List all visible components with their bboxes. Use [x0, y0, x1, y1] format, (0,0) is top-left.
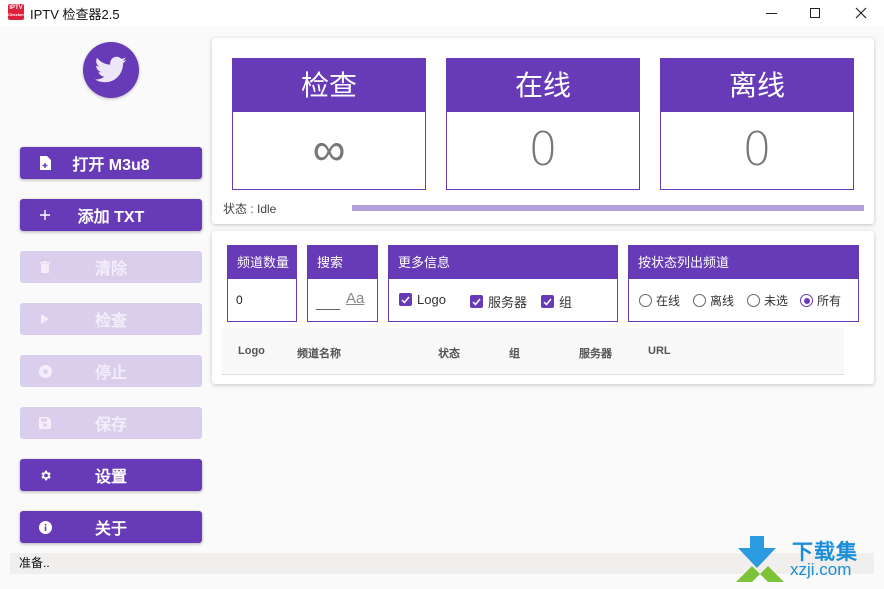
- stat-online: 在线 0: [446, 58, 640, 190]
- stat-check-value: ∞: [312, 122, 346, 176]
- more-info-label: 更多信息: [389, 246, 617, 279]
- open-m3u8-button[interactable]: 打开 M3u8: [20, 147, 202, 179]
- progress-bar: [352, 205, 864, 211]
- about-button[interactable]: 关于: [20, 511, 202, 543]
- radio-online-label: 在线: [656, 294, 681, 308]
- download-arrow-icon: [736, 536, 784, 582]
- stat-offline-value: 0: [742, 122, 772, 176]
- app-icon-subtext: Checker: [8, 12, 24, 17]
- maximize-button[interactable]: [792, 0, 838, 26]
- stats-card: 检查 ∞ 在线 0 离线 0 状态 : Idle: [212, 38, 874, 224]
- minimize-icon: [765, 12, 777, 14]
- checkbox-checked-icon: [470, 295, 483, 308]
- list-by-status-label: 按状态列出频道: [629, 246, 858, 279]
- case-sensitive-toggle[interactable]: Aa: [346, 290, 364, 307]
- save-button[interactable]: 保存: [20, 407, 202, 439]
- radio-offline-label: 离线: [710, 294, 735, 308]
- close-icon: [855, 7, 867, 19]
- column-status[interactable]: 状态: [438, 345, 460, 361]
- more-info-box: 更多信息 Logo 服务器 组: [388, 245, 618, 322]
- settings-label: 设置: [94, 469, 127, 486]
- settings-button[interactable]: 设置: [20, 459, 202, 491]
- stop-label: 停止: [94, 365, 127, 382]
- server-checkbox-label: 服务器: [488, 295, 528, 310]
- maximize-icon: [810, 8, 820, 18]
- progress-fill: [352, 205, 864, 211]
- open-m3u8-label: 打开 M3u8: [72, 157, 150, 174]
- radio-selected-icon: [800, 294, 813, 307]
- app-icon-text: IPTV: [9, 5, 23, 11]
- stat-offline-label: 离线: [661, 59, 853, 112]
- channel-table-header: Logo 频道名称 状态 组 服务器 URL: [222, 328, 844, 375]
- checkbox-checked-icon: [541, 295, 554, 308]
- stat-check-label: 检查: [233, 59, 425, 112]
- radio-unselected-icon: [747, 294, 760, 307]
- radio-unselected-icon: [639, 294, 652, 307]
- checkbox-checked-icon: [399, 293, 412, 306]
- column-logo[interactable]: Logo: [238, 345, 265, 357]
- list-by-status-box: 按状态列出频道 在线 离线 未选 所有: [628, 245, 859, 322]
- stat-online-value: 0: [528, 122, 558, 176]
- app-icon: IPTV Checker: [8, 4, 24, 20]
- group-checkbox-label: 组: [559, 295, 573, 310]
- twitter-avatar[interactable]: [83, 42, 139, 98]
- clear-button[interactable]: 清除: [20, 251, 202, 283]
- twitter-bird-icon: [95, 56, 127, 83]
- column-channel-name[interactable]: 频道名称: [297, 345, 341, 361]
- radio-unselected[interactable]: 未选: [747, 292, 788, 309]
- channel-count-box: 频道数量 0: [227, 245, 297, 322]
- watermark-logo: 下载集 xzji.com: [734, 536, 884, 582]
- server-checkbox[interactable]: 服务器: [470, 292, 527, 311]
- check-label: 检查: [94, 313, 127, 330]
- group-checkbox[interactable]: 组: [541, 292, 572, 311]
- column-url[interactable]: URL: [648, 345, 671, 357]
- radio-unselected-icon: [693, 294, 706, 307]
- channels-card: 频道数量 0 搜索 Aa 更多信息 Logo 服务器 组 按状态列出频道 在线 …: [212, 231, 874, 384]
- search-box: 搜索 Aa: [307, 245, 378, 322]
- stat-offline: 离线 0: [660, 58, 854, 190]
- check-button[interactable]: 检查: [20, 303, 202, 335]
- add-txt-button[interactable]: 添加 TXT: [20, 199, 202, 231]
- radio-all-label: 所有: [817, 294, 842, 308]
- search-label: 搜索: [308, 246, 377, 279]
- clear-label: 清除: [94, 261, 127, 278]
- stat-online-label: 在线: [447, 59, 639, 112]
- stat-check: 检查 ∞: [232, 58, 426, 190]
- status-label: 状态 : Idle: [223, 202, 277, 216]
- channel-count-value: 0: [236, 293, 243, 307]
- column-group[interactable]: 组: [509, 345, 520, 361]
- logo-checkbox-label: Logo: [417, 292, 446, 307]
- add-txt-label: 添加 TXT: [77, 209, 145, 226]
- about-label: 关于: [94, 521, 127, 538]
- column-server[interactable]: 服务器: [579, 345, 612, 361]
- radio-online[interactable]: 在线: [639, 292, 680, 309]
- status-bar-text: 准备..: [19, 556, 50, 570]
- radio-offline[interactable]: 离线: [693, 292, 734, 309]
- close-button[interactable]: [838, 0, 884, 26]
- save-label: 保存: [94, 417, 127, 434]
- minimize-button[interactable]: [748, 0, 794, 26]
- channel-count-label: 频道数量: [228, 246, 296, 279]
- watermark-text-url: xzji.com: [790, 560, 852, 579]
- logo-checkbox[interactable]: Logo: [399, 292, 446, 307]
- title-bar: IPTV Checker IPTV 检查器2.5: [0, 0, 884, 26]
- window-title: IPTV 检查器2.5: [30, 7, 120, 22]
- stop-button[interactable]: 停止: [20, 355, 202, 387]
- radio-all[interactable]: 所有: [800, 292, 841, 309]
- search-input[interactable]: [316, 309, 340, 310]
- radio-unselected-label: 未选: [764, 294, 789, 308]
